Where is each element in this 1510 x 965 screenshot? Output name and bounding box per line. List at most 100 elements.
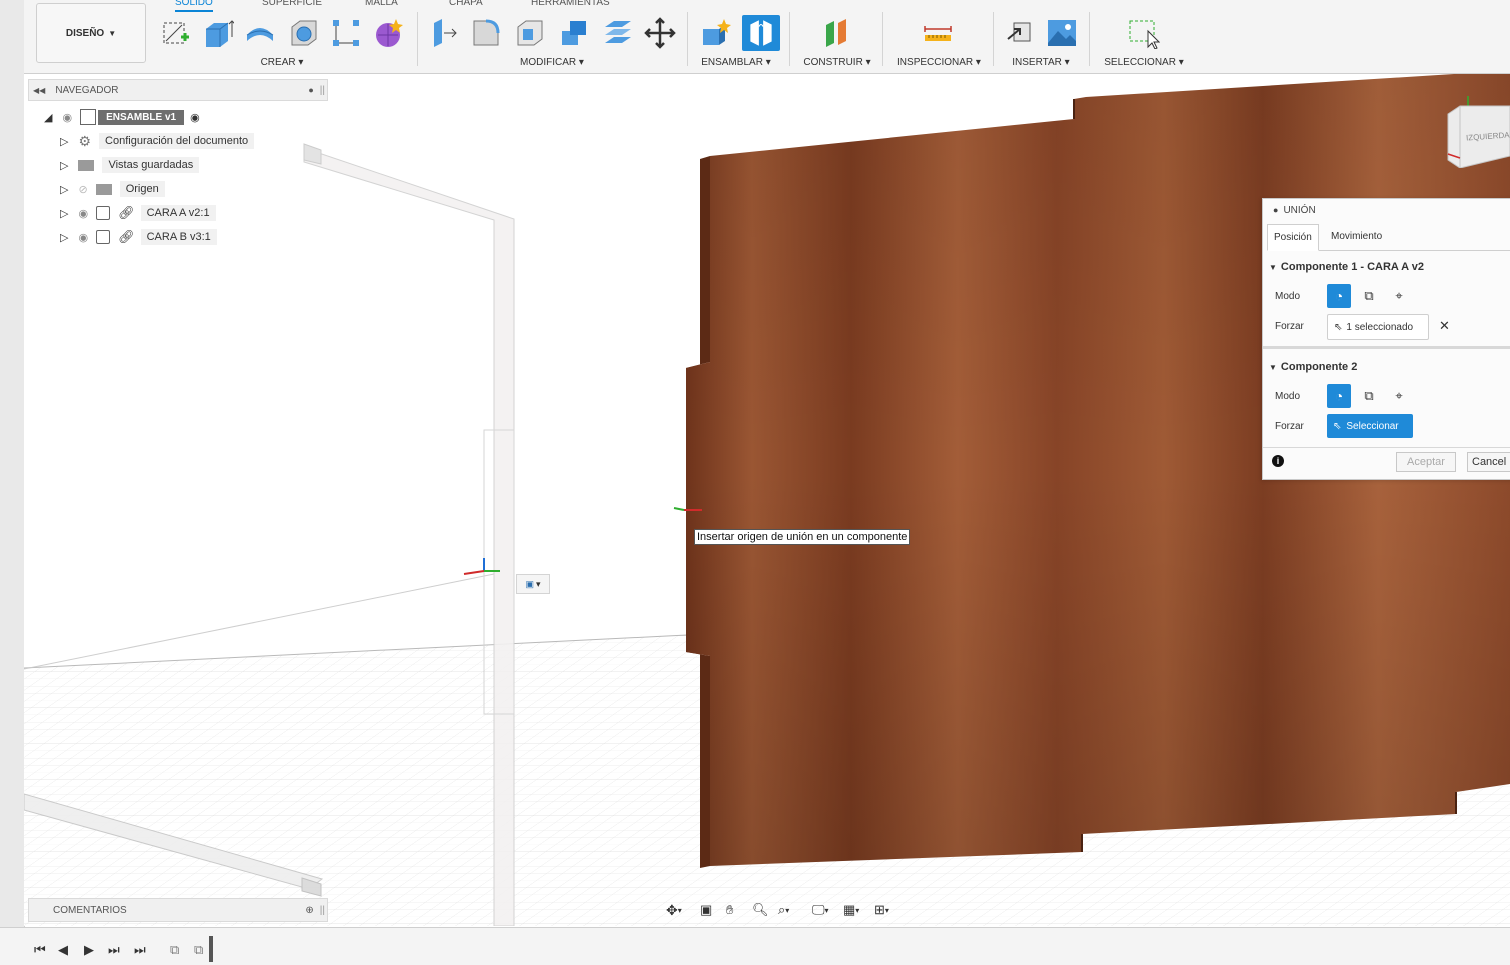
- insert-derive-icon[interactable]: [1004, 17, 1036, 49]
- timeline-bar: ⏮︎ ◀ ▶ ⏭︎ ⏭︎ ⧉ ⧉: [0, 927, 1510, 965]
- plane-icon[interactable]: [820, 17, 852, 49]
- browser-item-cara-b[interactable]: ▷ ◉ 🔗︎ CARA B v3:1: [60, 227, 217, 247]
- eye-icon[interactable]: ◉: [78, 231, 88, 244]
- mode-two-edge-button[interactable]: ⌖: [1387, 384, 1411, 408]
- browser-header[interactable]: ◀◀ NAVEGADOR ● ||: [28, 79, 328, 101]
- mode-between-button[interactable]: ⧉: [1357, 384, 1381, 408]
- shell-icon[interactable]: [514, 17, 546, 49]
- browser-item-origen[interactable]: ▷ ⊘ Origen: [60, 179, 165, 199]
- expand-triangle-icon[interactable]: ▷: [60, 183, 68, 196]
- revolve-icon[interactable]: [244, 17, 276, 49]
- create-sketch-icon[interactable]: [160, 17, 192, 49]
- move-icon[interactable]: [644, 17, 676, 49]
- select-window-icon[interactable]: [1128, 17, 1160, 49]
- tab-herramientas[interactable]: HERRAMIENTAS: [531, 0, 610, 8]
- browser-item-cara-a[interactable]: ▷ ◉ 🔗︎ CARA A v2:1: [60, 203, 216, 223]
- pattern-icon[interactable]: [330, 17, 362, 49]
- assembly-icon: [80, 109, 97, 125]
- eye-icon[interactable]: ◉: [78, 207, 88, 220]
- pin-icon[interactable]: ||: [320, 905, 325, 916]
- viewports-icon[interactable]: ⊞ ▾: [874, 901, 898, 919]
- tab-superficie[interactable]: SUPERFICIE: [262, 0, 322, 8]
- go-to-end-icon[interactable]: ⏭︎: [134, 942, 146, 958]
- expand-triangle-icon[interactable]: ▷: [60, 231, 68, 244]
- tab-malla[interactable]: MALLA: [365, 0, 398, 8]
- browser-root-label[interactable]: ENSAMBLE v1: [98, 109, 185, 125]
- group-ensamblar[interactable]: ENSAMBLAR ▾: [698, 57, 774, 68]
- group-crear[interactable]: CREAR ▾: [256, 57, 308, 68]
- extrude-icon[interactable]: [202, 17, 234, 49]
- new-component-icon[interactable]: [700, 17, 732, 49]
- mode-two-edge-button[interactable]: ⌖: [1387, 284, 1411, 308]
- expand-triangle-icon[interactable]: ▷: [60, 135, 68, 148]
- timeline-feature-icon[interactable]: ⧉: [170, 942, 179, 958]
- browser-item-label: CARA A v2:1: [140, 205, 216, 221]
- fit-icon[interactable]: ⌕ ▾: [778, 901, 802, 919]
- activate-radio-icon[interactable]: ◉: [190, 111, 200, 124]
- press-pull-icon[interactable]: [428, 17, 460, 49]
- zoom-icon[interactable]: 🔍︎: [752, 901, 776, 919]
- cancel-button[interactable]: Cancel: [1467, 452, 1510, 472]
- combine-icon[interactable]: [558, 17, 590, 49]
- group-construir[interactable]: CONSTRUIR ▾: [802, 57, 872, 68]
- eye-hidden-icon[interactable]: ⊘: [78, 183, 87, 196]
- timeline-marker[interactable]: [209, 936, 213, 962]
- browser-item-vistas[interactable]: ▷ Vistas guardadas: [60, 155, 200, 175]
- expand-triangle-icon[interactable]: ▷: [60, 159, 68, 172]
- tab-posicion[interactable]: Posición: [1267, 224, 1319, 251]
- canvas-image-icon[interactable]: [1046, 17, 1078, 49]
- eye-icon[interactable]: ◉: [62, 111, 72, 124]
- display-mode-icon[interactable]: 🖵︎ ▾: [812, 901, 836, 919]
- minimize-icon[interactable]: ●: [308, 85, 313, 95]
- tab-chapa[interactable]: CHAPA: [449, 0, 483, 8]
- workspace-switcher[interactable]: DISEÑO ▼: [36, 3, 146, 63]
- mode-label: Modo: [1275, 291, 1301, 302]
- orbit-icon[interactable]: ✥ ▾: [666, 901, 690, 919]
- expand-triangle-icon[interactable]: ▷: [60, 207, 68, 220]
- add-comment-icon[interactable]: ⊕: [305, 905, 313, 916]
- viewcube[interactable]: IZQUIERDA: [1444, 96, 1510, 169]
- group-insertar[interactable]: INSERTAR ▾: [1010, 57, 1072, 68]
- pan-hand-icon[interactable]: ✋︎: [726, 901, 750, 919]
- ok-button[interactable]: Aceptar: [1396, 452, 1456, 472]
- snap-select-button[interactable]: ⇖ Seleccionar: [1327, 414, 1413, 438]
- group-seleccionar[interactable]: SELECCIONAR ▾: [1102, 57, 1186, 68]
- go-to-start-icon[interactable]: ⏮︎: [34, 942, 46, 958]
- between-faces-icon: ⧉: [1364, 288, 1374, 303]
- look-at-icon[interactable]: ▣: [700, 901, 724, 919]
- group-inspeccionar[interactable]: INSPECCIONAR ▾: [896, 57, 982, 68]
- section-component1[interactable]: ▼ Componente 1 - CARA A v2: [1269, 261, 1424, 273]
- grid-icon[interactable]: ▦ ▾: [843, 901, 867, 919]
- info-icon[interactable]: i: [1272, 455, 1284, 467]
- section-component2[interactable]: ▼ Componente 2: [1269, 361, 1357, 373]
- offset-face-icon[interactable]: [602, 17, 634, 49]
- play-icon[interactable]: ▶: [84, 942, 94, 958]
- create-form-icon[interactable]: [372, 17, 404, 49]
- tab-movimiento[interactable]: Movimiento: [1325, 224, 1388, 249]
- dialog-collapse-icon[interactable]: ●: [1273, 205, 1278, 215]
- measure-icon[interactable]: [922, 17, 954, 49]
- joint-tool-active[interactable]: [742, 15, 780, 51]
- group-modificar[interactable]: MODIFICAR ▾: [516, 57, 588, 68]
- expand-triangle-icon[interactable]: ◢: [44, 111, 52, 124]
- joint-dialog[interactable]: ● UNIÓN Posición Movimiento ▼ Componente…: [1262, 198, 1510, 480]
- comments-panel[interactable]: COMENTARIOS ⊕ ||: [28, 898, 328, 922]
- hole-icon[interactable]: [288, 17, 320, 49]
- two-edge-icon: ⌖: [1395, 388, 1403, 403]
- mode-simple-button[interactable]: ◔: [1327, 284, 1351, 308]
- collapse-icon[interactable]: ◀◀: [33, 86, 45, 95]
- mode-simple-button[interactable]: ◔: [1327, 384, 1351, 408]
- step-forward-icon[interactable]: ⏭︎: [108, 942, 120, 958]
- timeline-feature-icon[interactable]: ⧉: [194, 942, 203, 958]
- browser-root[interactable]: ◢ ◉ ENSAMBLE v1 ◉: [44, 107, 200, 127]
- step-back-icon[interactable]: ◀: [58, 942, 68, 958]
- tab-solido[interactable]: SÓLIDO: [175, 0, 213, 12]
- pin-icon[interactable]: ||: [320, 85, 325, 96]
- browser-item-configuracion[interactable]: ▷ ⚙ Configuración del documento: [60, 131, 255, 151]
- dialog-header[interactable]: ● UNIÓN: [1263, 199, 1510, 221]
- snap-selection-field[interactable]: ⇖ 1 seleccionado: [1327, 314, 1429, 340]
- display-settings-dropdown[interactable]: ▣ ▾: [516, 574, 550, 594]
- fillet-icon[interactable]: [470, 17, 502, 49]
- clear-selection-icon[interactable]: ✕: [1439, 318, 1450, 334]
- mode-between-button[interactable]: ⧉: [1357, 284, 1381, 308]
